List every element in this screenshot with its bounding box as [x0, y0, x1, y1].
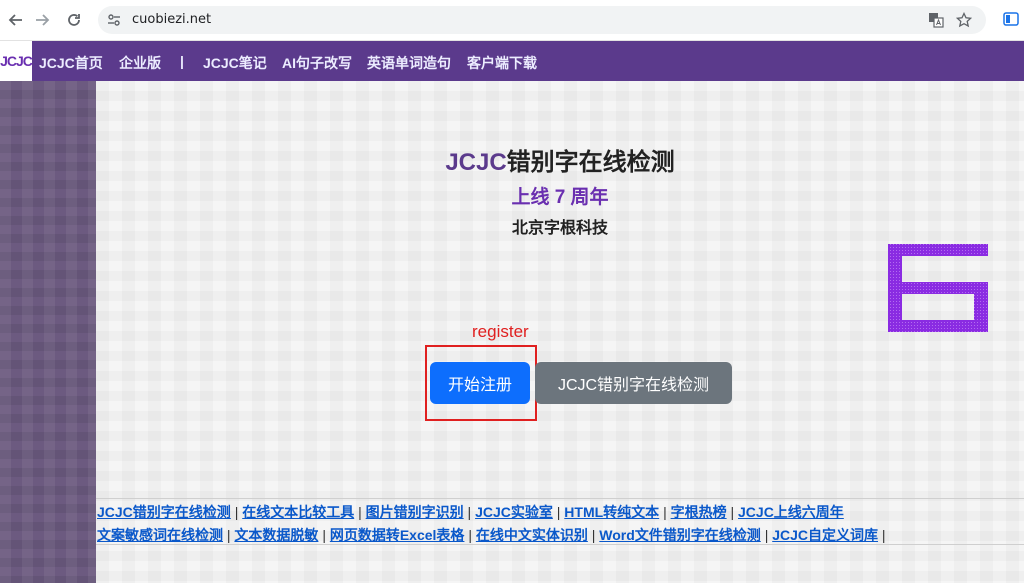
link-text-compare[interactable]: 在线文本比较工具 [242, 504, 354, 520]
register-annotation-label: register [472, 322, 529, 341]
start-register-button[interactable]: 开始注册 [430, 362, 530, 404]
link-word-typo-check[interactable]: Word文件错别字在线检测 [599, 527, 761, 543]
title-brand: JCJC [445, 149, 507, 176]
site-logo[interactable]: JCJC [0, 41, 32, 81]
links-divider-top [96, 498, 1024, 499]
link-hot-list[interactable]: 字根热榜 [671, 504, 727, 520]
company-name: 北京字根科技 [511, 220, 608, 237]
nav-item-enterprise[interactable]: 企业版 [119, 53, 161, 73]
translate-icon[interactable] [926, 10, 946, 30]
link-web-to-excel[interactable]: 网页数据转Excel表格 [330, 527, 465, 543]
six-anniversary-graphic [888, 244, 988, 332]
address-bar[interactable]: cuobiezi.net [98, 6, 986, 34]
star-icon[interactable] [954, 10, 974, 30]
anniversary-subtitle: 上线 7 周年 [511, 187, 609, 208]
forward-icon[interactable] [30, 8, 54, 32]
reload-icon[interactable] [62, 8, 86, 32]
nav-item-english-sentences[interactable]: 英语单词造句 [367, 53, 451, 73]
link-html-to-text[interactable]: HTML转纯文本 [564, 504, 659, 520]
browser-toolbar: cuobiezi.net [0, 0, 1024, 41]
site-navbar: JCJC JCJC首页 企业版 | JCJC笔记 AI句子改写 英语单词造句 客… [0, 41, 1024, 81]
extension-icon[interactable] [1002, 10, 1020, 28]
link-sixth-anniversary[interactable]: JCJC上线六周年 [738, 504, 844, 520]
nav-item-notes[interactable]: JCJC笔记 [203, 53, 267, 73]
link-entity-recognition[interactable]: 在线中文实体识别 [476, 527, 588, 543]
nav-item-ai-rewrite[interactable]: AI句子改写 [282, 53, 352, 73]
link-lab[interactable]: JCJC实验室 [475, 504, 553, 520]
back-icon[interactable] [4, 8, 28, 32]
links-divider-bottom [96, 544, 1024, 545]
decorative-side-strip [0, 81, 96, 583]
link-sensitive-words[interactable]: 文案敏感词在线检测 [97, 527, 223, 543]
nav-separator: | [180, 53, 184, 69]
title-rest: 错别字在线检测 [506, 149, 675, 176]
site-settings-icon[interactable] [106, 12, 122, 28]
footer-links-row-2: 文案敏感词在线检测 | 文本数据脱敏 | 网页数据转Excel表格 | 在线中文… [97, 527, 886, 543]
link-typo-check[interactable]: JCJC错别字在线检测 [97, 504, 231, 520]
nav-item-client-download[interactable]: 客户端下载 [467, 53, 537, 73]
link-data-masking[interactable]: 文本数据脱敏 [234, 527, 318, 543]
nav-item-home[interactable]: JCJC首页 [39, 53, 103, 73]
page-title: JCJC错别字在线检测 [96, 142, 1024, 177]
footer-links-row-1: JCJC错别字在线检测 | 在线文本比较工具 | 图片错别字识别 | JCJC实… [97, 504, 844, 520]
link-custom-dictionary[interactable]: JCJC自定义词库 [772, 527, 878, 543]
url-text[interactable]: cuobiezi.net [132, 12, 211, 27]
typo-check-button[interactable]: JCJC错别字在线检测 [535, 362, 732, 404]
link-image-typo[interactable]: 图片错别字识别 [366, 504, 464, 520]
